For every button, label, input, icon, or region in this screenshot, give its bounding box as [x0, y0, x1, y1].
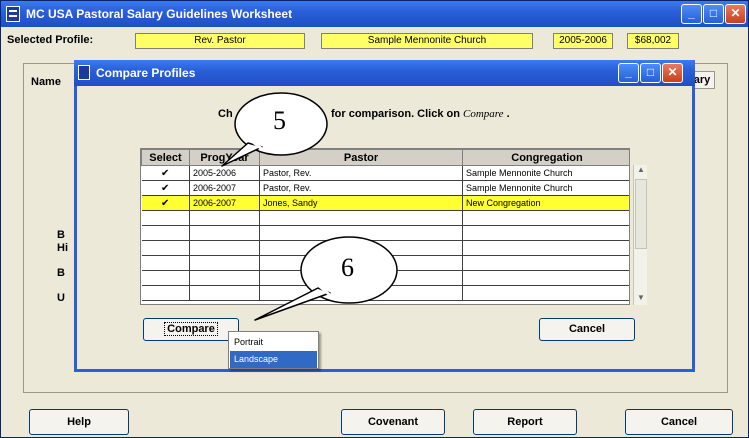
dialog-titlebar: Compare Profiles _ □ ✕ — [74, 60, 695, 86]
year-cell — [189, 225, 260, 241]
instruction-prefix: Ch — [218, 108, 233, 120]
compare-profiles-dialog: Compare Profiles _ □ ✕ Ch for comparison… — [74, 60, 695, 372]
year-cell — [189, 255, 260, 271]
side-label-1: B — [57, 229, 65, 241]
profile-amount-field: $68,002 — [627, 33, 679, 49]
pastor-cell: Pastor, Rev. — [259, 165, 463, 181]
congregation-cell — [462, 210, 629, 226]
instruction-keyword: Compare — [463, 108, 504, 120]
congregation-cell: New Congregation — [462, 195, 629, 211]
pastor-cell — [259, 285, 463, 301]
window-title: MC USA Pastoral Salary Guidelines Worksh… — [26, 7, 293, 21]
profile-year-field: 2005-2006 — [553, 33, 613, 49]
pastor-cell — [259, 270, 463, 286]
side-label-3: B — [57, 267, 65, 279]
close-icon[interactable]: ✕ — [725, 4, 746, 24]
congregation-cell — [462, 225, 629, 241]
select-cell[interactable] — [141, 240, 190, 256]
profile-church-field: Sample Mennonite Church — [321, 33, 533, 49]
instruction-suffix: for comparison. Click on — [331, 108, 460, 120]
year-cell — [189, 285, 260, 301]
dialog-app-icon — [78, 65, 90, 80]
minimize-icon[interactable]: _ — [681, 4, 702, 24]
help-button[interactable]: Help — [29, 409, 129, 435]
col-progyear[interactable]: ProgYear — [189, 149, 260, 166]
scroll-up-icon[interactable]: ▲ — [634, 165, 648, 177]
pastor-cell — [259, 210, 463, 226]
grid-scrollbar[interactable]: ▲ ▼ — [633, 165, 647, 305]
col-congregation[interactable]: Congregation — [462, 149, 629, 166]
app-icon — [6, 6, 20, 22]
select-cell[interactable]: ✔ — [141, 195, 190, 211]
select-cell[interactable]: ✔ — [141, 180, 190, 196]
scroll-thumb[interactable] — [635, 179, 647, 249]
maximize-icon[interactable]: □ — [703, 4, 724, 24]
side-label-2: Hi — [57, 242, 68, 254]
grid-header-row: Select ProgYear Pastor Congregation — [141, 149, 629, 166]
select-cell[interactable] — [141, 285, 190, 301]
menu-item-landscape[interactable]: Landscape — [230, 351, 317, 368]
col-pastor[interactable]: Pastor — [259, 149, 463, 166]
dialog-title: Compare Profiles — [96, 66, 196, 80]
profiles-table: Select ProgYear Pastor Congregation ✔ 200… — [141, 149, 629, 301]
profile-bar: Selected Profile: Rev. Pastor Sample Men… — [1, 31, 748, 51]
pastor-cell: Pastor, Rev. — [259, 180, 463, 196]
table-row[interactable] — [141, 270, 629, 286]
table-row[interactable] — [141, 210, 629, 226]
covenant-button[interactable]: Covenant — [341, 409, 445, 435]
select-cell[interactable] — [141, 225, 190, 241]
table-row[interactable] — [141, 240, 629, 256]
year-cell: 2006-2007 — [189, 195, 260, 211]
pastor-cell — [259, 240, 463, 256]
col-select[interactable]: Select — [141, 149, 190, 166]
callout-6-number: 6 — [341, 253, 354, 282]
instruction-suffix-group: for comparison. Click on Compare . — [331, 108, 510, 120]
table-row[interactable] — [141, 285, 629, 301]
congregation-cell — [462, 255, 629, 271]
table-row[interactable]: ✔ 2006-2007 Pastor, Rev. Sample Mennonite C… — [141, 180, 629, 196]
select-cell[interactable] — [141, 255, 190, 271]
congregation-cell — [462, 285, 629, 301]
dialog-close-icon[interactable]: ✕ — [662, 63, 683, 83]
cancel-main-button[interactable]: Cancel — [625, 409, 733, 435]
table-row[interactable] — [141, 225, 629, 241]
dialog-cancel-button[interactable]: Cancel — [539, 318, 635, 341]
pastor-cell — [259, 225, 463, 241]
select-cell[interactable] — [141, 270, 190, 286]
year-cell: 2006-2007 — [189, 180, 260, 196]
dialog-minimize-icon[interactable]: _ — [618, 63, 639, 83]
report-button[interactable]: Report — [473, 409, 577, 435]
year-cell — [189, 210, 260, 226]
table-row[interactable]: ✔ 2005-2006 Pastor, Rev. Sample Mennonite C… — [141, 165, 629, 181]
main-titlebar: MC USA Pastoral Salary Guidelines Worksh… — [1, 1, 748, 27]
congregation-cell: Sample Mennonite Church — [462, 165, 629, 181]
year-cell — [189, 240, 260, 256]
table-row[interactable] — [141, 255, 629, 271]
scroll-down-icon[interactable]: ▼ — [634, 293, 648, 305]
congregation-cell — [462, 270, 629, 286]
tab-name[interactable]: Name — [31, 76, 61, 88]
profile-label: Selected Profile: — [7, 34, 94, 46]
profile-pastor-field: Rev. Pastor — [135, 33, 305, 49]
compare-button[interactable]: Compare — [143, 318, 239, 341]
pastor-cell — [259, 255, 463, 271]
table-row[interactable]: ✔ 2006-2007 Jones, Sandy New Congregation — [141, 195, 629, 211]
select-cell[interactable]: ✔ — [141, 165, 190, 181]
congregation-cell: Sample Mennonite Church — [462, 180, 629, 196]
compare-dropdown-menu: Portrait Landscape — [228, 331, 319, 369]
side-label-4: U — [57, 292, 65, 304]
dialog-maximize-icon[interactable]: □ — [640, 63, 661, 83]
select-cell[interactable] — [141, 210, 190, 226]
congregation-cell — [462, 240, 629, 256]
callout-5-number: 5 — [273, 106, 286, 135]
profiles-grid[interactable]: Select ProgYear Pastor Congregation ✔ 200… — [140, 148, 630, 305]
compare-button-label: Compare — [164, 322, 218, 336]
year-cell: 2005-2006 — [189, 165, 260, 181]
instruction-end: . — [506, 108, 510, 120]
menu-item-portrait[interactable]: Portrait — [230, 334, 317, 351]
year-cell — [189, 270, 260, 286]
pastor-cell: Jones, Sandy — [259, 195, 463, 211]
